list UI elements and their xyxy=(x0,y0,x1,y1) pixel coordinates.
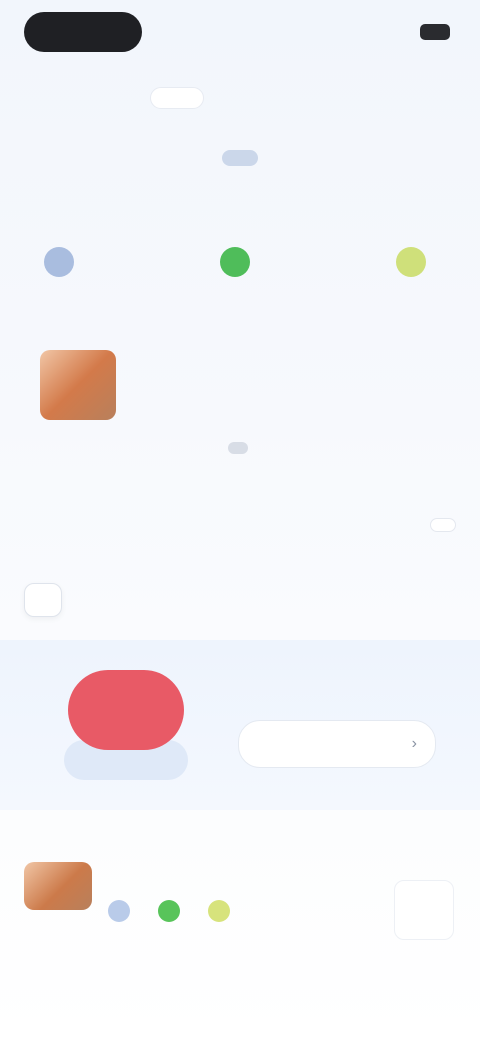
battery-icon xyxy=(420,24,450,40)
mini-icon-1 xyxy=(108,900,130,922)
quick-actions xyxy=(44,238,436,286)
item-side-panel-2[interactable] xyxy=(394,880,454,940)
promo-banner: › xyxy=(0,640,480,810)
quick-icon-2 xyxy=(220,247,250,277)
quick-item-1[interactable] xyxy=(44,238,84,286)
mini-icon-2 xyxy=(158,900,180,922)
quick-icon-1 xyxy=(44,247,74,277)
nav-item-2[interactable] xyxy=(150,87,204,109)
section-action-button[interactable] xyxy=(430,518,456,532)
nav-row xyxy=(24,72,456,124)
section-header xyxy=(24,505,456,545)
top-bar xyxy=(0,0,480,66)
item-thumbnail-1 xyxy=(40,350,116,420)
chevron-right-icon: › xyxy=(411,735,417,752)
promo-illustration-shape xyxy=(68,670,184,750)
quick-icon-3 xyxy=(396,247,426,277)
list-item-1[interactable] xyxy=(32,330,452,470)
more-indicator[interactable] xyxy=(228,442,248,454)
promo-button[interactable]: › xyxy=(238,720,436,768)
quick-item-2[interactable] xyxy=(220,238,260,286)
hero-badge xyxy=(222,150,258,166)
status-area xyxy=(350,18,450,46)
hero-header xyxy=(160,150,320,220)
mini-icon-3 xyxy=(208,900,230,922)
list-item-2[interactable] xyxy=(24,830,460,960)
quick-item-3[interactable] xyxy=(396,238,436,286)
filter-tabs xyxy=(24,572,456,628)
tab-1[interactable] xyxy=(24,583,62,617)
page-root: › xyxy=(0,0,480,1040)
promo-illustration xyxy=(64,670,188,780)
top-pill-button[interactable] xyxy=(24,12,142,52)
item-icons-2 xyxy=(108,900,244,922)
item-thumbnail-2 xyxy=(24,862,92,910)
